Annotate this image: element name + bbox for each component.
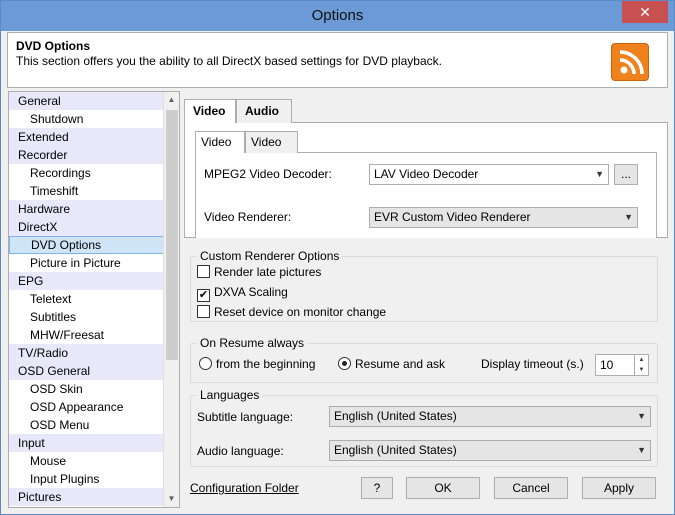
resume-ask-label: Resume and ask (355, 357, 446, 371)
languages-group: Languages Subtitle language: English (Un… (190, 388, 658, 467)
tab-video-b[interactable]: Video B (245, 131, 298, 169)
chevron-down-icon: ▼ (595, 169, 604, 179)
section-title: DVD Options (16, 39, 90, 53)
tree-item[interactable]: Input (9, 434, 165, 452)
custom-renderer-group: Custom Renderer Options Render late pict… (190, 249, 658, 322)
tree-item[interactable]: DVD Options (9, 236, 165, 254)
tree-item[interactable]: Input Plugins (9, 470, 165, 488)
reset-device-label: Reset device on monitor change (214, 305, 387, 319)
renderer-select[interactable]: EVR Custom Video Renderer ▼ (369, 207, 638, 228)
video-tab-panel: Video A Video B MPEG2 Video Decoder: LAV… (184, 123, 668, 238)
apply-button[interactable]: Apply (582, 477, 656, 499)
timeout-value: 10 (600, 358, 614, 372)
configuration-folder-link[interactable]: Configuration Folder (190, 481, 299, 495)
decoder-label: MPEG2 Video Decoder: (204, 167, 332, 181)
tree-item[interactable]: Mouse (9, 452, 165, 470)
custom-renderer-title: Custom Renderer Options (197, 249, 343, 263)
tree-item[interactable]: EPG (9, 272, 165, 290)
reset-device-checkbox[interactable]: Reset device on monitor change (197, 305, 386, 319)
dxva-label: DXVA Scaling (214, 285, 288, 299)
tree-item[interactable]: Timeshift (9, 182, 165, 200)
radio-icon (199, 357, 212, 370)
help-button[interactable]: ? (361, 477, 393, 499)
chevron-down-icon: ▼ (637, 411, 646, 421)
checkbox-icon (197, 265, 210, 278)
resume-ask-radio[interactable]: Resume and ask (338, 357, 445, 371)
window-title: Options (311, 7, 364, 24)
audio-language-value: English (United States) (334, 443, 457, 457)
chevron-down-icon: ▼ (637, 445, 646, 455)
chevron-down-icon: ▼ (624, 212, 633, 222)
tree-item[interactable]: Shutdown (9, 110, 165, 128)
audio-language-label: Audio language: (197, 444, 284, 458)
spinner-arrows-icon[interactable]: ▲ ▼ (634, 355, 648, 375)
tree-scrollbar[interactable]: ▲ ▼ (163, 92, 179, 507)
tree-item[interactable]: OSD General (9, 362, 165, 380)
tree-item[interactable]: General (9, 92, 165, 110)
tree-item[interactable]: OSD Skin (9, 380, 165, 398)
main-panel: Video Audio Video A Video B MPEG2 Video … (184, 91, 668, 511)
checkbox-icon (197, 305, 210, 318)
section-header: DVD Options This section offers you the … (7, 32, 668, 88)
scroll-up-icon[interactable]: ▲ (164, 92, 179, 108)
audio-language-select[interactable]: English (United States) ▼ (329, 440, 651, 461)
decoder-value: LAV Video Decoder (374, 167, 479, 181)
tree-item[interactable]: Subtitles (9, 308, 165, 326)
cancel-button[interactable]: Cancel (494, 477, 568, 499)
section-description: This section offers you the ability to a… (16, 54, 442, 68)
tree-item[interactable]: Teletext (9, 290, 165, 308)
decoder-browse-button[interactable]: ... (614, 164, 638, 185)
video-a-panel: MPEG2 Video Decoder: LAV Video Decoder ▼… (195, 153, 657, 238)
tab-video[interactable]: Video (184, 99, 236, 124)
render-late-checkbox[interactable]: Render late pictures (197, 265, 321, 279)
settings-tree[interactable]: General Shutdown Extended Recorder Recording… (8, 91, 180, 508)
tree-item[interactable]: MHW/Freesat (9, 326, 165, 344)
radio-selected-icon (338, 357, 351, 370)
tree-item[interactable]: Picture in Picture (9, 254, 165, 272)
tree-item[interactable]: Hardware (9, 200, 165, 218)
main-tabs: Video Audio (184, 99, 668, 124)
ok-button[interactable]: OK (406, 477, 480, 499)
tab-audio[interactable]: Audio (236, 99, 292, 123)
tree-item[interactable]: OSD Appearance (9, 398, 165, 416)
from-beginning-radio[interactable]: from the beginning (199, 357, 315, 371)
timeout-spinner[interactable]: 10 ▲ ▼ (595, 354, 649, 376)
resume-group: On Resume always from the beginning Resu… (190, 336, 658, 383)
languages-title: Languages (197, 388, 263, 402)
video-subtabs: Video A Video B (195, 131, 657, 169)
tree-item[interactable]: Recorder (9, 146, 165, 164)
close-button[interactable]: ✕ (622, 1, 668, 23)
checkmark-icon: ✔ (197, 289, 210, 302)
tree-item[interactable]: DirectX (9, 218, 165, 236)
subtitle-language-select[interactable]: English (United States) ▼ (329, 406, 651, 427)
render-late-label: Render late pictures (214, 265, 322, 279)
subtitle-language-value: English (United States) (334, 409, 457, 423)
tree-item[interactable]: Recordings (9, 164, 165, 182)
tree-item[interactable]: Extended (9, 128, 165, 146)
tree-item[interactable]: TV/Radio (9, 344, 165, 362)
from-beginning-label: from the beginning (216, 357, 316, 371)
title-bar: Options ✕ (1, 1, 674, 31)
decoder-select[interactable]: LAV Video Decoder ▼ (369, 164, 609, 185)
renderer-value: EVR Custom Video Renderer (374, 210, 531, 224)
tree-item[interactable]: Pictures (9, 488, 165, 506)
renderer-label: Video Renderer: (204, 210, 292, 224)
options-window: Options ✕ DVD Options This section offer… (0, 0, 675, 515)
tree-item[interactable]: OSD Menu (9, 416, 165, 434)
tab-video-a[interactable]: Video A (195, 131, 245, 169)
subtitle-language-label: Subtitle language: (197, 410, 294, 424)
resume-title: On Resume always (197, 336, 308, 350)
timeout-label: Display timeout (s.) (481, 357, 584, 371)
rss-icon (611, 43, 649, 81)
scroll-thumb[interactable] (166, 110, 178, 360)
dxva-checkbox[interactable]: ✔ DXVA Scaling (197, 285, 288, 302)
scroll-down-icon[interactable]: ▼ (164, 491, 179, 507)
